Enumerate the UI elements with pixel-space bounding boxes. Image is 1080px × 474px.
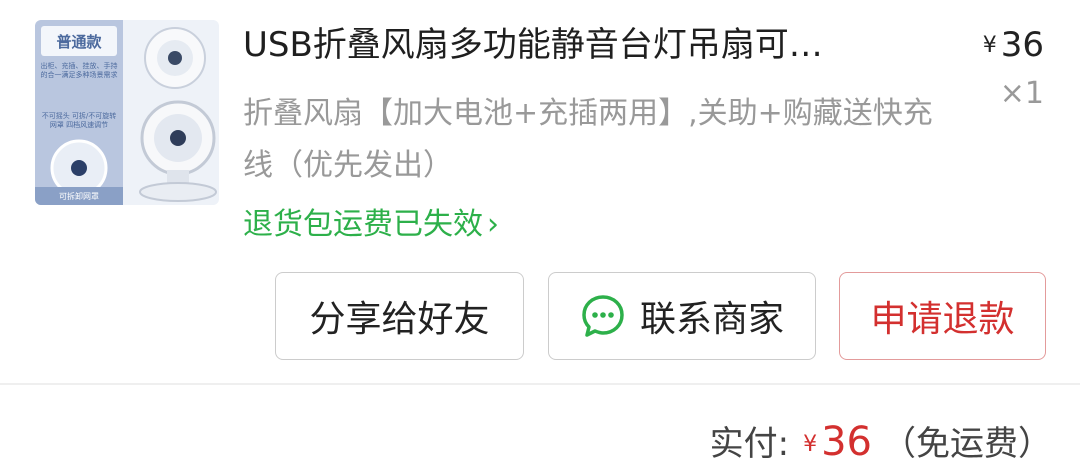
- thumbnail-info-panel: 普通款 出柜、充插、挂放、手持 的合一满足多种场景需求 不可摇头 可拆/不可旋转…: [35, 20, 123, 205]
- return-shipping-link[interactable]: 退货包运费已失效 ›: [243, 202, 499, 248]
- product-spec: 折叠风扇【加大电池+充插两用】,关助+购藏送快充线（优先发出）: [243, 96, 933, 183]
- refund-button[interactable]: 申请退款: [839, 272, 1046, 360]
- thumbnail-fan-photo: [123, 20, 219, 205]
- product-price: ¥36: [983, 22, 1044, 69]
- payment-label: 实付:: [709, 424, 790, 464]
- divider: [0, 383, 1080, 385]
- share-button-label: 分享给好友: [309, 299, 490, 340]
- payment-currency: ¥: [803, 432, 818, 457]
- refund-button-label: 申请退款: [870, 299, 1015, 340]
- contact-merchant-label: 联系商家: [639, 299, 784, 340]
- chat-bubble-icon: [582, 295, 624, 337]
- share-button[interactable]: 分享给好友: [275, 272, 524, 360]
- product-thumbnail[interactable]: 普通款 出柜、充插、挂放、手持 的合一满足多种场景需求 不可摇头 可拆/不可旋转…: [35, 20, 219, 205]
- contact-merchant-button[interactable]: 联系商家: [548, 272, 816, 360]
- price-currency: ¥: [982, 33, 997, 58]
- chevron-right-icon: ›: [487, 207, 499, 242]
- thumbnail-bottom-label: 可拆卸网罩: [35, 187, 123, 205]
- return-shipping-label: 退货包运费已失效: [243, 207, 483, 242]
- payment-summary: 实付: ¥36 （免运费）: [710, 416, 1052, 471]
- fan-illustration: [50, 139, 108, 197]
- payment-note: （免运费）: [882, 424, 1052, 464]
- price-value: 36: [1000, 25, 1044, 65]
- product-title[interactable]: USB折叠风扇多功能静音台灯吊扇可…: [243, 20, 943, 70]
- fan-icon: [139, 27, 217, 202]
- payment-amount: 36: [821, 419, 872, 465]
- product-quantity: ×1: [999, 76, 1044, 111]
